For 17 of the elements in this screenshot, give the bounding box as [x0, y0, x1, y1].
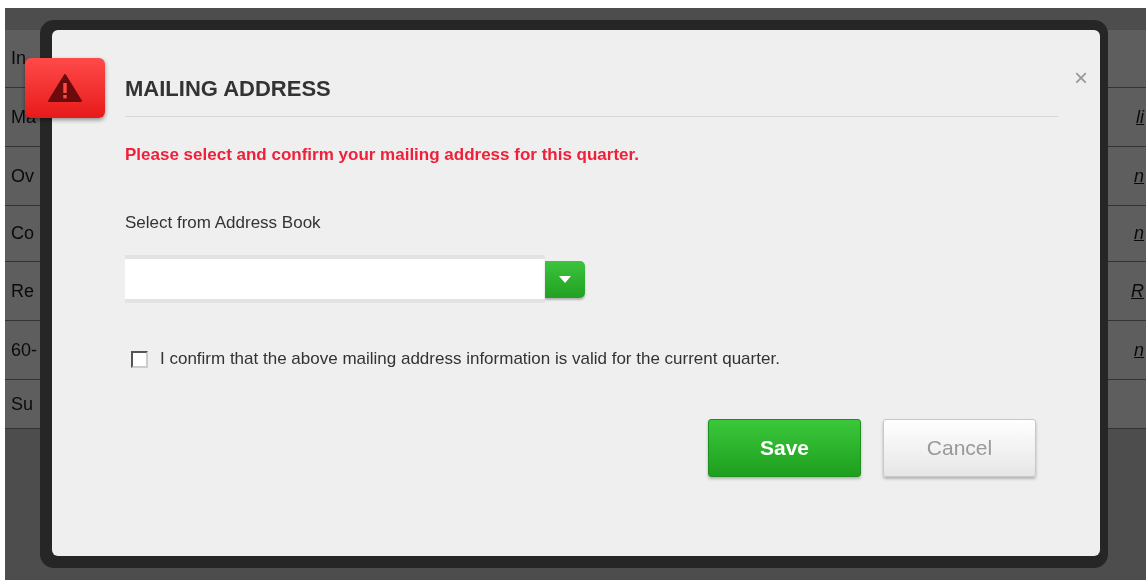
- dropdown-button[interactable]: [545, 260, 585, 298]
- row-label: Co: [11, 223, 34, 244]
- error-message: Please select and confirm your mailing address for this quarter.: [125, 145, 640, 165]
- row-label: Re: [11, 280, 34, 302]
- caret-icon: [559, 275, 571, 283]
- confirm-label: I confirm that the above mailing address information is valid for the current quarter.: [160, 349, 780, 369]
- save-button[interactable]: Save: [708, 419, 861, 477]
- row-label: 60-: [11, 339, 37, 361]
- warning-icon: [48, 74, 82, 102]
- close-button[interactable]: ×: [1070, 66, 1092, 90]
- cancel-button[interactable]: Cancel: [883, 419, 1036, 477]
- row-label: In: [11, 48, 26, 69]
- field-label: Select from Address Book: [125, 213, 322, 233]
- row-label: Ov: [11, 165, 34, 187]
- row-label: Su: [11, 393, 34, 415]
- dialog-title: MAILING ADDRESS: [125, 76, 1058, 117]
- confirm-checkbox[interactable]: [131, 350, 148, 368]
